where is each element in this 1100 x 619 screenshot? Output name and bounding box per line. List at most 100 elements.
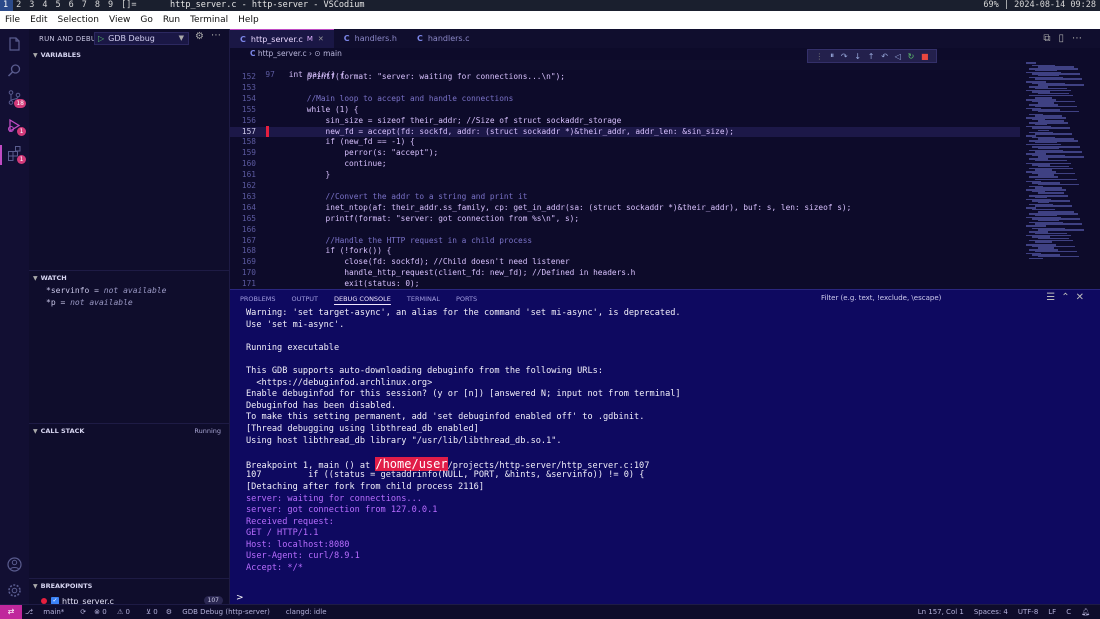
- tab-terminal[interactable]: TERMINAL: [399, 295, 448, 303]
- menu-terminal[interactable]: Terminal: [185, 15, 233, 25]
- line-number[interactable]: 168: [230, 246, 256, 257]
- minimap[interactable]: [1020, 60, 1100, 289]
- variables-section-header[interactable]: ▼ VARIABLES: [29, 49, 229, 61]
- menu-edit[interactable]: Edit: [25, 15, 52, 25]
- line-number[interactable]: 160: [230, 159, 256, 170]
- code-line[interactable]: 164 inet_ntop(af: their_addr.ss_family, …: [230, 203, 1020, 214]
- breadcrumb-symbol[interactable]: main: [323, 49, 342, 58]
- line-number[interactable]: 165: [230, 214, 256, 225]
- indentation[interactable]: Spaces: 4: [974, 605, 1008, 619]
- line-number[interactable]: 171: [230, 279, 256, 289]
- pause-icon[interactable]: ⏸: [830, 51, 834, 61]
- branch-status[interactable]: ⎇ main*: [25, 605, 72, 619]
- line-number[interactable]: 152: [230, 72, 256, 83]
- workspace-10[interactable]: []=: [118, 0, 141, 11]
- cursor-position[interactable]: Ln 157, Col 1: [918, 605, 964, 619]
- line-number[interactable]: 155: [230, 105, 256, 116]
- line-number[interactable]: 161: [230, 170, 256, 181]
- workspace-2[interactable]: 2: [13, 0, 26, 11]
- restart-icon[interactable]: ↻: [908, 52, 915, 61]
- extensions-icon[interactable]: 1: [6, 145, 26, 164]
- workspace-9[interactable]: 9: [105, 0, 118, 11]
- notifications-bell-icon[interactable]: 🔔︎: [1081, 605, 1090, 619]
- manage-gear-icon[interactable]: [6, 582, 23, 599]
- code-line[interactable]: 153: [230, 83, 1020, 94]
- clangd-status[interactable]: clangd: idle: [286, 605, 327, 619]
- source-control-icon[interactable]: 18: [6, 89, 26, 108]
- explorer-icon[interactable]: [6, 36, 23, 53]
- code-line[interactable]: 157 new_fd = accept(fd: sockfd, addr: (s…: [230, 126, 1020, 138]
- code-line[interactable]: 171 exit(status: 0);: [230, 279, 1020, 289]
- layout-icon[interactable]: ▯: [1058, 33, 1072, 44]
- language-mode[interactable]: C: [1066, 605, 1071, 619]
- menu-go[interactable]: Go: [135, 15, 157, 25]
- step-out-icon[interactable]: ↑: [868, 52, 875, 61]
- workspace-8[interactable]: 8: [92, 0, 105, 11]
- code-line[interactable]: 166: [230, 225, 1020, 236]
- ports-status[interactable]: ⊻ 0: [146, 605, 158, 619]
- watch-item[interactable]: *p = not available: [46, 298, 133, 307]
- search-icon[interactable]: [6, 62, 23, 79]
- line-number[interactable]: 153: [230, 83, 256, 94]
- code-line[interactable]: 160 continue;: [230, 159, 1020, 170]
- menu-view[interactable]: View: [104, 15, 135, 25]
- menu-help[interactable]: Help: [233, 15, 264, 25]
- sync-icon[interactable]: ⟳: [80, 605, 86, 619]
- code-line[interactable]: 161 }: [230, 170, 1020, 181]
- call-stack-section-header[interactable]: ▼ CALL STACK Running: [29, 425, 229, 437]
- workspace-list[interactable]: 1 2 3 4 5 6 7 8 9 []=: [0, 0, 141, 11]
- step-into-icon[interactable]: ↓: [854, 52, 861, 61]
- debug-status[interactable]: ⚙ GDB Debug (http-server): [166, 605, 278, 619]
- code-line[interactable]: 156 sin_size = sizeof their_addr; //Size…: [230, 116, 1020, 127]
- drag-handle-icon[interactable]: ⋮: [815, 52, 823, 61]
- workspace-1[interactable]: 1: [0, 0, 14, 11]
- code-line[interactable]: 170 handle_http_request(client_fd: new_f…: [230, 268, 1020, 279]
- line-number[interactable]: 159: [230, 148, 256, 159]
- problems-status[interactable]: ⊗ 0 ⚠ 0: [94, 605, 138, 619]
- line-ending[interactable]: LF: [1048, 605, 1056, 619]
- code-line[interactable]: 169 close(fd: sockfd); //Child doesn't n…: [230, 257, 1020, 268]
- breakpoints-section-header[interactable]: ▼ BREAKPOINTS: [29, 580, 229, 592]
- remote-indicator-icon[interactable]: ⇄: [0, 605, 22, 619]
- workspace-7[interactable]: 7: [79, 0, 92, 11]
- workspace-6[interactable]: 6: [66, 0, 79, 11]
- tab-http-server-c[interactable]: C http_server.c M ✕: [230, 29, 334, 48]
- code-line[interactable]: 168 if (!fork()) {: [230, 246, 1020, 257]
- code-line[interactable]: 165 printf(format: "server: got connecti…: [230, 214, 1020, 225]
- line-number[interactable]: 162: [230, 181, 256, 192]
- reverse-icon[interactable]: ◁: [895, 52, 901, 61]
- menu-selection[interactable]: Selection: [53, 15, 104, 25]
- code-line[interactable]: 158 if (new_fd == -1) {: [230, 137, 1020, 148]
- maximize-panel-icon[interactable]: ⌃: [1061, 292, 1075, 303]
- code-line[interactable]: 154 //Main loop to accept and handle con…: [230, 94, 1020, 105]
- workspace-5[interactable]: 5: [53, 0, 66, 11]
- watch-item[interactable]: *servinfo = not available: [46, 286, 166, 295]
- menu-run[interactable]: Run: [158, 15, 185, 25]
- step-back-icon[interactable]: ↶: [881, 52, 888, 61]
- run-debug-icon[interactable]: 1: [6, 117, 26, 136]
- line-number[interactable]: 166: [230, 225, 256, 236]
- workspace-4[interactable]: 4: [39, 0, 52, 11]
- clear-console-icon[interactable]: ☰: [1046, 292, 1061, 303]
- debug-config-select[interactable]: ▷ GDB Debug ▼: [94, 32, 189, 45]
- line-number[interactable]: 169: [230, 257, 256, 268]
- tab-output[interactable]: OUTPUT: [283, 295, 326, 303]
- workspace-3[interactable]: 3: [26, 0, 39, 11]
- tab-debug-console[interactable]: DEBUG CONSOLE: [326, 295, 399, 303]
- watch-section-header[interactable]: ▼ WATCH: [29, 272, 229, 284]
- code-line[interactable]: 162: [230, 181, 1020, 192]
- code-line[interactable]: 155 while (1) {: [230, 105, 1020, 116]
- code-editor[interactable]: 97 int main() { 152 printf(format: "serve…: [230, 60, 1020, 289]
- more-actions-icon[interactable]: ⋯: [1072, 33, 1090, 44]
- menu-file[interactable]: File: [0, 15, 25, 25]
- stop-icon[interactable]: ■: [921, 52, 929, 61]
- breadcrumb-file[interactable]: http_server.c: [258, 49, 307, 58]
- step-over-icon[interactable]: ↷: [841, 52, 848, 61]
- encoding[interactable]: UTF-8: [1018, 605, 1038, 619]
- code-line[interactable]: 159 perror(s: "accept");: [230, 148, 1020, 159]
- console-prompt[interactable]: >: [236, 593, 244, 603]
- line-number[interactable]: 156: [230, 116, 256, 127]
- line-number[interactable]: 154: [230, 94, 256, 105]
- tab-problems[interactable]: PROBLEMS: [232, 295, 283, 303]
- code-line[interactable]: 152 printf(format: "server: waiting for …: [230, 72, 1020, 83]
